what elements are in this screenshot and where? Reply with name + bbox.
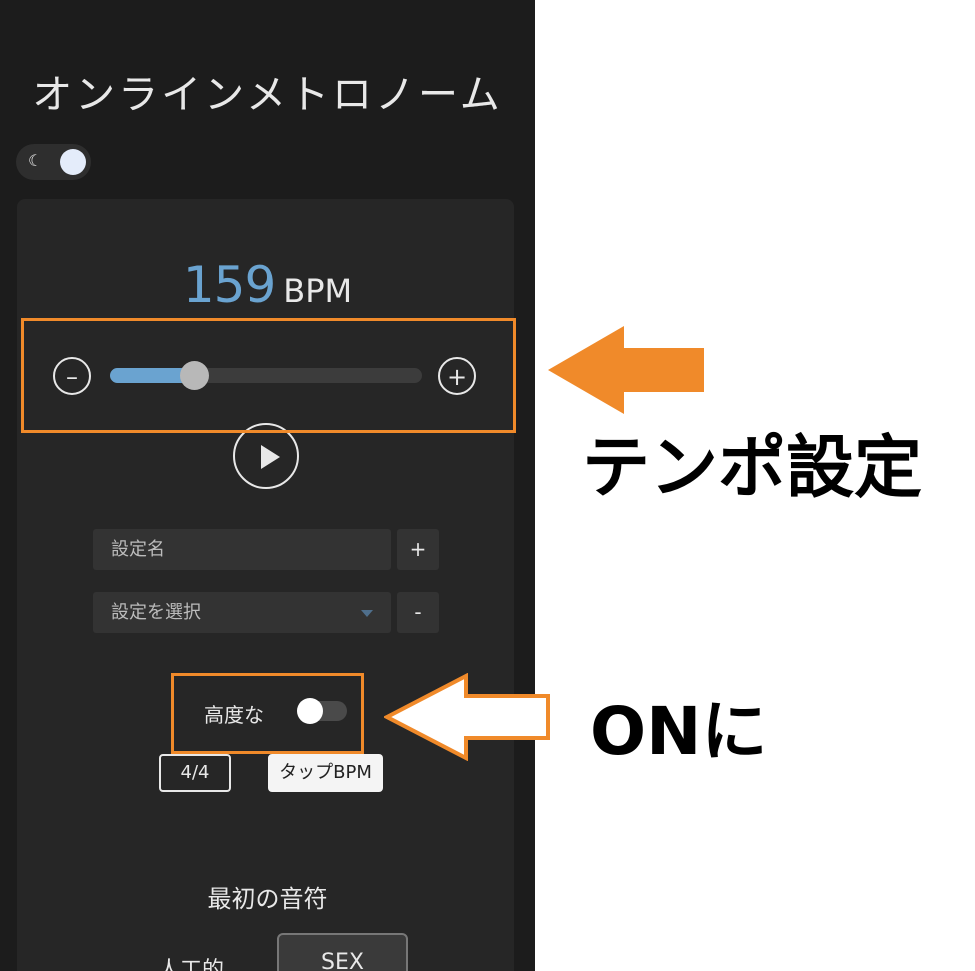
- play-icon: [261, 445, 280, 469]
- theme-toggle[interactable]: ☾: [16, 144, 91, 180]
- first-note-option-label: 人工的: [158, 958, 225, 971]
- bpm-unit: BPM: [283, 272, 353, 310]
- theme-toggle-knob: [60, 149, 86, 175]
- page-title: オンラインメトロノーム: [32, 72, 503, 118]
- bpm-display: 159 BPM: [0, 256, 535, 314]
- tap-bpm-button[interactable]: タップBPM: [268, 754, 383, 792]
- preset-select[interactable]: 設定を選択: [93, 592, 391, 633]
- orange-arrow-icon: [548, 326, 704, 414]
- metronome-card: [17, 199, 514, 971]
- chevron-down-icon: [361, 610, 373, 617]
- remove-preset-button[interactable]: -: [397, 592, 439, 633]
- first-note-heading: 最初の音符: [207, 885, 328, 913]
- turn-on-callout: ONに: [590, 693, 768, 770]
- add-preset-button[interactable]: +: [397, 529, 439, 570]
- bpm-value: 159: [182, 256, 276, 314]
- advanced-highlight-box: [171, 673, 364, 754]
- metronome-app: オンラインメトロノーム ☾ 159 BPM – + 設定名 + 設定を選択 - 高…: [0, 0, 535, 971]
- tempo-setting-callout: テンポ設定: [582, 429, 923, 508]
- tempo-highlight-box: [21, 318, 516, 433]
- first-note-sound-button[interactable]: SEX: [277, 933, 408, 971]
- preset-select-label: 設定を選択: [111, 602, 201, 623]
- time-signature-button[interactable]: 4/4: [159, 754, 231, 792]
- outline-arrow-icon: [384, 673, 550, 761]
- moon-icon: ☾: [28, 151, 43, 170]
- preset-name-input[interactable]: 設定名: [93, 529, 391, 570]
